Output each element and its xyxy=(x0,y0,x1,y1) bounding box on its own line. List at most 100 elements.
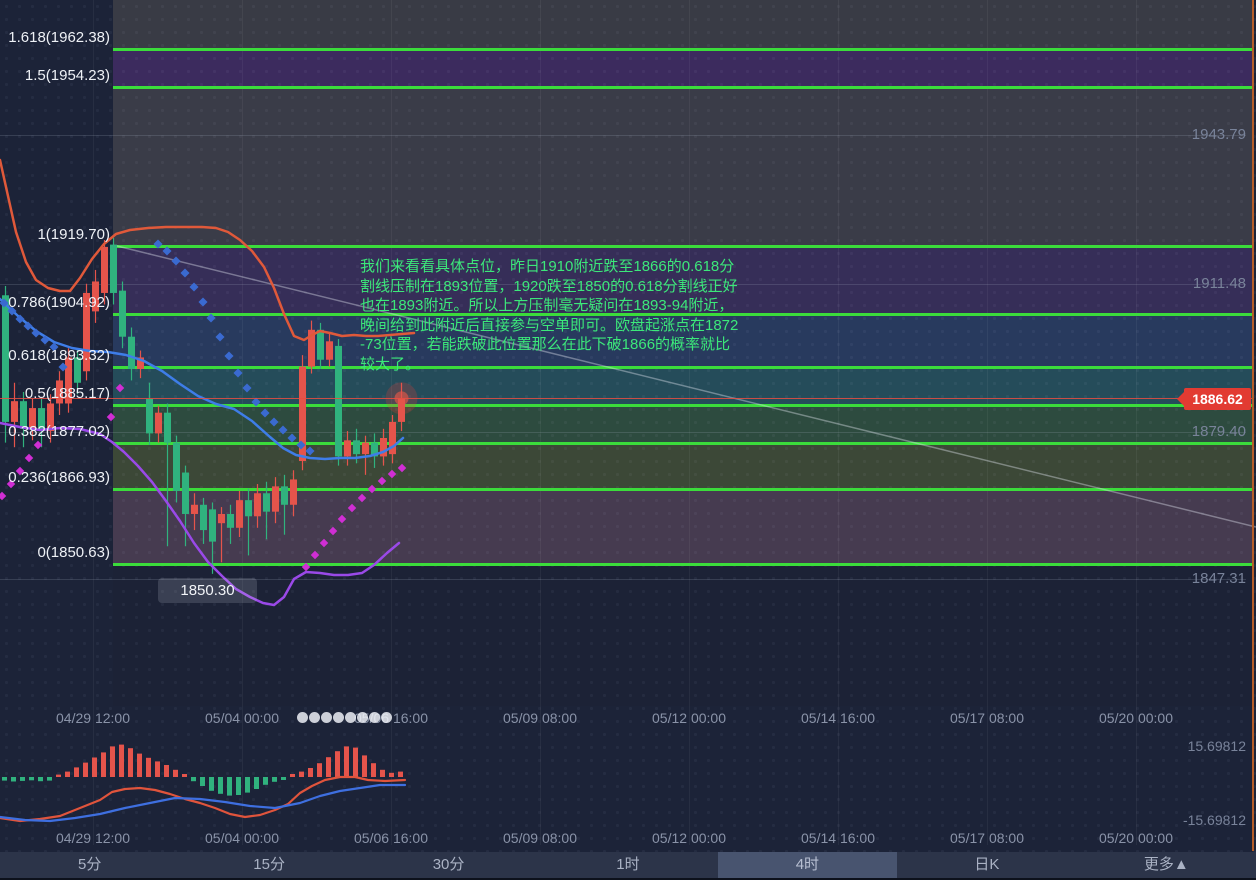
sar-dot xyxy=(180,268,189,277)
candle xyxy=(119,291,126,337)
macd-bar xyxy=(146,758,151,777)
candle xyxy=(272,486,279,511)
fib-level-label: 0.786(1904.92) xyxy=(8,294,110,311)
macd-bar xyxy=(281,777,286,780)
fib-level-label: 1.618(1962.38) xyxy=(8,29,110,46)
candle xyxy=(281,486,288,504)
x-axis-label: 05/14 16:00 xyxy=(801,825,875,851)
macd-bar xyxy=(344,746,349,777)
timeframe-tab-7[interactable]: 更多▲ xyxy=(1077,852,1256,878)
sar-dot xyxy=(107,413,115,421)
annotation-line: 割线压制在1893位置，1920跌至1850的0.618分割线正好 xyxy=(360,277,738,297)
fib-level-label: 0.5(1885.17) xyxy=(25,385,110,402)
candle xyxy=(398,398,405,422)
candlestick-series xyxy=(2,238,418,574)
macd-bar xyxy=(101,752,106,777)
timeframe-tab-3[interactable]: 30分 xyxy=(359,852,538,878)
sar-dot xyxy=(25,454,33,462)
macd-bar xyxy=(317,763,322,777)
candle xyxy=(155,413,162,434)
sar-dot xyxy=(153,239,162,248)
sar-dot xyxy=(171,256,180,265)
fib-level-label: 0.236(1866.93) xyxy=(8,469,110,486)
macd-bar xyxy=(47,777,52,781)
current-price-badge: 1886.62 xyxy=(1184,388,1251,410)
trading-chart-app: 1943.791911.481879.401847.31 1.618(1962.… xyxy=(0,0,1256,880)
sar-dot xyxy=(388,470,396,478)
macd-bar xyxy=(56,775,61,777)
sar-dot xyxy=(320,539,328,547)
timeframe-tab-bar: 5分15分30分1时4时日K更多▲ xyxy=(0,852,1256,878)
macd-bar xyxy=(398,772,403,777)
timeframe-tab-6[interactable]: 日K xyxy=(897,852,1076,878)
right-edge-cursor-line xyxy=(1252,0,1254,851)
annotation-line: 晚间给到此附近后直接参与空单即可。欧盘起涨点在1872 xyxy=(360,316,738,336)
sar-dot xyxy=(260,408,269,417)
candle xyxy=(11,401,18,422)
macd-bar xyxy=(110,746,115,777)
candle xyxy=(218,514,225,523)
candle xyxy=(110,245,117,293)
x-axis-label: 05/06 16:00 xyxy=(354,825,428,851)
macd-bar xyxy=(164,765,169,777)
candle xyxy=(254,493,261,516)
candle xyxy=(191,505,198,514)
macd-bar xyxy=(191,777,196,781)
macd-bar xyxy=(245,777,250,793)
timeframe-tab-5[interactable]: 4时 xyxy=(718,852,897,878)
candle xyxy=(236,500,243,528)
loading-dot xyxy=(345,712,356,723)
macd-bar xyxy=(371,763,376,777)
x-axis-label: 05/09 08:00 xyxy=(503,825,577,851)
macd-bar xyxy=(173,770,178,777)
sar-dot xyxy=(189,282,198,291)
sar-dot xyxy=(206,313,215,322)
sar-dot xyxy=(368,485,376,493)
macd-bar xyxy=(209,777,214,791)
fib-level-label: 1.5(1954.23) xyxy=(25,67,110,84)
sar-dot xyxy=(233,368,242,377)
candle xyxy=(200,505,207,530)
sar-dot xyxy=(162,246,171,255)
x-axis-label: 05/17 08:00 xyxy=(950,825,1024,851)
candle xyxy=(335,346,342,457)
macd-bar xyxy=(29,777,34,780)
x-axis-label: 05/12 00:00 xyxy=(652,825,726,851)
loading-dot xyxy=(333,712,344,723)
fib-level-label: 1(1919.70) xyxy=(37,226,110,243)
macd-bar xyxy=(155,761,160,777)
macd-bar xyxy=(38,777,43,781)
candle xyxy=(317,330,324,360)
annotation-line: 也在1893附近。所以上方压制毫无疑问在1893-94附近， xyxy=(360,296,738,316)
macd-bar xyxy=(200,777,205,786)
sar-dot xyxy=(338,515,346,523)
candle xyxy=(344,440,351,456)
chart-annotation-note: 我们来看看具体点位，昨日1910附近跌至1866的0.618分割线压制在1893… xyxy=(360,257,738,375)
sar-dot xyxy=(348,504,356,512)
macd-bar xyxy=(380,770,385,777)
candle xyxy=(326,341,333,359)
macd-bar xyxy=(137,754,142,777)
fib-level-label: 0.382(1877.02) xyxy=(8,423,110,440)
macd-bar xyxy=(326,757,331,777)
macd-bar xyxy=(263,777,268,785)
macd-bar xyxy=(218,777,223,794)
macd-bar xyxy=(272,777,277,782)
sar-dot xyxy=(215,332,224,341)
timeframe-tab-2[interactable]: 15分 xyxy=(179,852,358,878)
macd-bar xyxy=(389,773,394,777)
sar-dot xyxy=(378,477,386,485)
macd-bar xyxy=(299,772,304,777)
candle xyxy=(227,514,234,528)
timeframe-tab-4[interactable]: 1时 xyxy=(538,852,717,878)
timeframe-tab-1[interactable]: 5分 xyxy=(0,852,179,878)
x-axis-macd: 04/29 12:0005/04 00:0005/06 16:0005/09 0… xyxy=(0,825,1256,851)
macd-bar xyxy=(362,755,367,777)
macd-bar xyxy=(182,774,187,777)
candle xyxy=(209,509,216,541)
macd-bar xyxy=(74,767,79,777)
sar-dot xyxy=(269,417,278,426)
macd-bar xyxy=(92,758,97,778)
sar-dot xyxy=(242,383,251,392)
annotation-line: -73位置，若能跌破此位置那么在此下破1866的概率就比 xyxy=(360,335,738,355)
